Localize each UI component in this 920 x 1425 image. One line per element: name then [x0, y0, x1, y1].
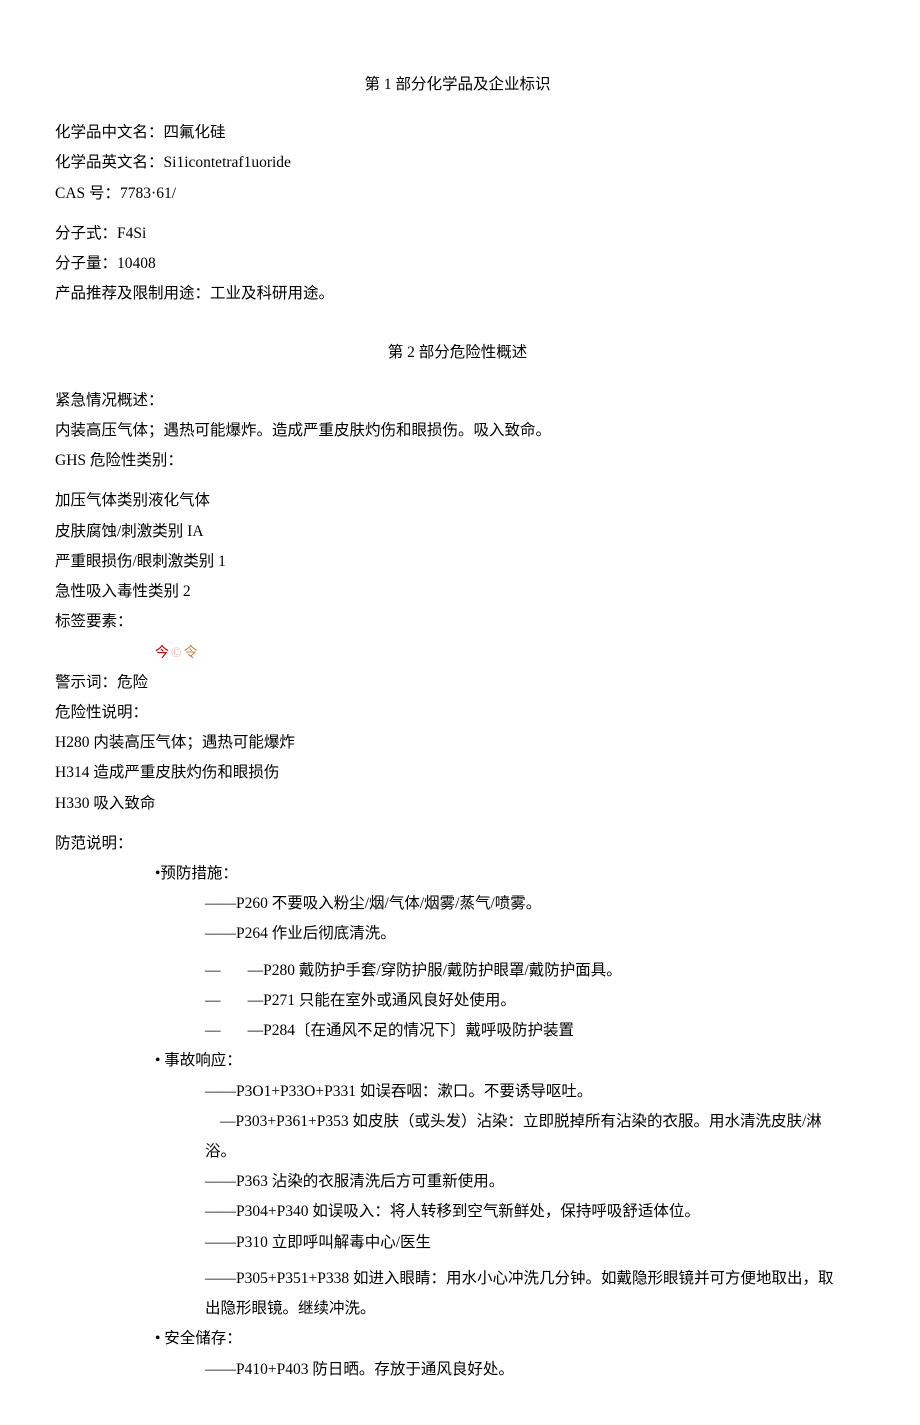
- response-item: ——P304+P340 如误吸入：将人转移到空气新鲜处，保持呼吸舒适体位。: [55, 1197, 860, 1227]
- dash-text: —P271 只能在室外或通风良好处使用。: [248, 992, 516, 1009]
- cas-value: 7783·61/: [120, 185, 176, 202]
- pictogram-icon: 今: [155, 640, 169, 667]
- dash-prefix: —: [205, 992, 221, 1009]
- signal-value: 危险: [117, 674, 148, 691]
- storage-label: • 安全储存：: [55, 1324, 860, 1354]
- h-statement: H314 造成严重皮肤灼伤和眼损伤: [55, 758, 860, 788]
- response-item: —P303+P361+P353 如皮肤（或头发）沾染：立即脱掉所有沾染的衣服。用…: [55, 1107, 860, 1137]
- ghs-item: 急性吸入毒性类别 2: [55, 577, 860, 607]
- section-2-title: 第 2 部分危险性概述: [55, 338, 860, 368]
- label-elements: 标签要素：: [55, 607, 860, 637]
- response-item: ——P310 立即呼叫解毒中心/医生: [55, 1228, 860, 1258]
- ghs-item: 严重眼损伤/眼刺激类别 1: [55, 547, 860, 577]
- hazard-label: 危险性说明：: [55, 698, 860, 728]
- name-en-label: 化学品英文名：: [55, 154, 164, 171]
- name-en-value: Si1icontetraf1uoride: [164, 154, 291, 171]
- pictogram-icon: ©: [171, 640, 182, 667]
- pictogram-row: 今©令: [155, 638, 200, 668]
- pictogram-icon: 令: [184, 640, 198, 667]
- cas-row: CAS 号：7783·61/: [55, 179, 860, 209]
- response-item-cont: 出隐形眼镜。继续冲洗。: [55, 1294, 860, 1324]
- prevention-item: — —P284〔在通风不足的情况下〕戴呼吸防护装置: [55, 1016, 860, 1046]
- response-item-cont: 浴。: [55, 1137, 860, 1167]
- mw-row: 分子量：10408: [55, 249, 860, 279]
- dash-text: —P284〔在通风不足的情况下〕戴呼吸防护装置: [248, 1022, 574, 1039]
- prevention-item: ——P264 作业后彻底清洗。: [55, 919, 860, 949]
- dash-prefix: —: [205, 962, 221, 979]
- prevention-item: — —P280 戴防护手套/穿防护服/戴防护眼罩/戴防护面具。: [55, 956, 860, 986]
- mw-value: 10408: [117, 255, 156, 272]
- signal-row: 警示词：危险: [55, 668, 860, 698]
- formula-row: 分子式：F4Si: [55, 219, 860, 249]
- response-item: ——P3O1+P33O+P331 如误吞咽：漱口。不要诱导呕吐。: [55, 1077, 860, 1107]
- name-en-row: 化学品英文名：Si1icontetraf1uoride: [55, 148, 860, 178]
- name-cn-value: 四氟化硅: [164, 124, 226, 141]
- signal-label: 警示词：: [55, 674, 117, 691]
- ghs-item: 皮肤腐蚀/刺激类别 IA: [55, 517, 860, 547]
- name-cn-row: 化学品中文名：四氟化硅: [55, 118, 860, 148]
- cas-label: CAS 号：: [55, 185, 120, 202]
- storage-item: ——P410+P403 防日晒。存放于通风良好处。: [55, 1355, 860, 1385]
- formula-label: 分子式：: [55, 225, 117, 242]
- use-label: 产品推荐及限制用途：: [55, 285, 210, 302]
- ghs-label: GHS 危险性类别：: [55, 446, 860, 476]
- emergency-label: 紧急情况概述：: [55, 386, 860, 416]
- ghs-item: 加压气体类别液化气体: [55, 486, 860, 516]
- h-statement: H280 内装高压气体；遇热可能爆炸: [55, 728, 860, 758]
- use-row: 产品推荐及限制用途：工业及科研用途。: [55, 279, 860, 309]
- precaution-label: 防范说明：: [55, 829, 860, 859]
- prevention-label: •预防措施：: [55, 859, 860, 889]
- section-1-title: 第 1 部分化学品及企业标识: [55, 70, 860, 100]
- name-cn-label: 化学品中文名：: [55, 124, 164, 141]
- prevention-item: ——P260 不要吸入粉尘/烟/气体/烟雾/蒸气/喷雾。: [55, 889, 860, 919]
- emergency-text: 内装高压气体；遇热可能爆炸。造成严重皮肤灼伤和眼损伤。吸入致命。: [55, 416, 860, 446]
- dash-prefix: —: [205, 1022, 221, 1039]
- response-label: • 事故响应：: [55, 1046, 860, 1076]
- response-item: ——P363 沾染的衣服清洗后方可重新使用。: [55, 1167, 860, 1197]
- prevention-item: — —P271 只能在室外或通风良好处使用。: [55, 986, 860, 1016]
- mw-label: 分子量：: [55, 255, 117, 272]
- use-value: 工业及科研用途。: [210, 285, 334, 302]
- dash-text: —P280 戴防护手套/穿防护服/戴防护眼罩/戴防护面具。: [248, 962, 622, 979]
- response-item: ——P305+P351+P338 如进入眼睛：用水小心冲洗几分钟。如戴隐形眼镜并…: [55, 1264, 860, 1294]
- formula-value: F4Si: [117, 225, 146, 242]
- h-statement: H330 吸入致命: [55, 789, 860, 819]
